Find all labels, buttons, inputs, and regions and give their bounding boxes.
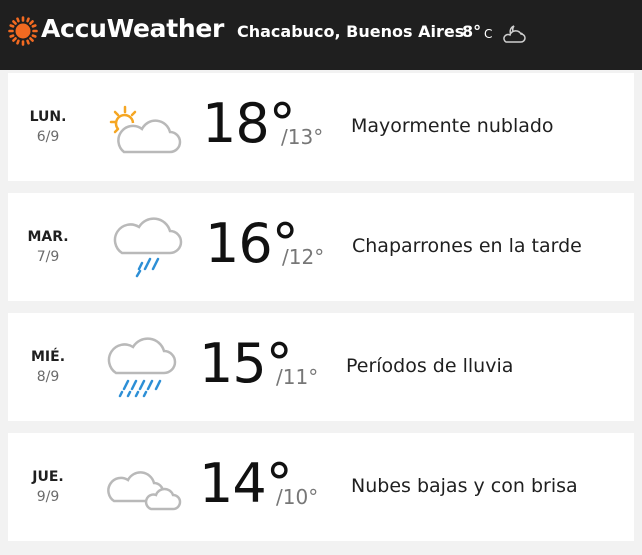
forecast-card-wed[interactable]: MIÉ. 8/9 15° /11° Períodos de lluvia bbox=[8, 313, 634, 421]
date-label: 9/9 bbox=[36, 489, 60, 505]
low-temperature: /11° bbox=[276, 365, 319, 389]
day-label: JUE. bbox=[32, 469, 64, 485]
weather-description: Mayormente nublado bbox=[351, 115, 554, 137]
weather-description: Períodos de lluvia bbox=[346, 355, 514, 377]
low-temperature: /13° bbox=[281, 125, 324, 149]
weather-description: Nubes bajas y con brisa bbox=[351, 475, 578, 497]
temperature-unit: C bbox=[484, 27, 493, 41]
forecast-card-mon[interactable]: LUN. 6/9 18° /13° Mayormente nublado bbox=[8, 73, 634, 181]
day-label: MAR. bbox=[27, 229, 69, 245]
location-name[interactable]: Chacabuco, Buenos Aires bbox=[237, 22, 464, 41]
rain-icon bbox=[107, 337, 177, 398]
app-header: AccuWeather Chacabuco, Buenos Aires 8° C bbox=[0, 0, 642, 70]
date-label: 7/9 bbox=[36, 249, 60, 265]
date-label: 6/9 bbox=[36, 129, 60, 145]
clouds-icon bbox=[107, 471, 182, 511]
weather-description: Chaparrones en la tarde bbox=[352, 235, 582, 257]
forecast-card-tue[interactable]: MAR. 7/9 16° /12° Chaparrones en la tard… bbox=[8, 193, 634, 301]
sun-logo-icon[interactable] bbox=[8, 16, 38, 46]
partly-cloudy-night-icon bbox=[503, 25, 526, 43]
brand-name[interactable]: AccuWeather bbox=[41, 14, 224, 43]
current-temperature: 8° bbox=[462, 22, 482, 41]
partly-sunny-cloud-icon bbox=[109, 105, 182, 154]
day-label: LUN. bbox=[29, 109, 67, 125]
date-label: 8/9 bbox=[36, 369, 60, 385]
day-label: MIÉ. bbox=[30, 349, 66, 365]
low-temperature: /10° bbox=[276, 485, 319, 509]
forecast-card-thu[interactable]: JUE. 9/9 14° /10° Nubes bajas y con bris… bbox=[8, 433, 634, 541]
rain-showers-icon bbox=[113, 217, 183, 278]
low-temperature: /12° bbox=[282, 245, 325, 269]
